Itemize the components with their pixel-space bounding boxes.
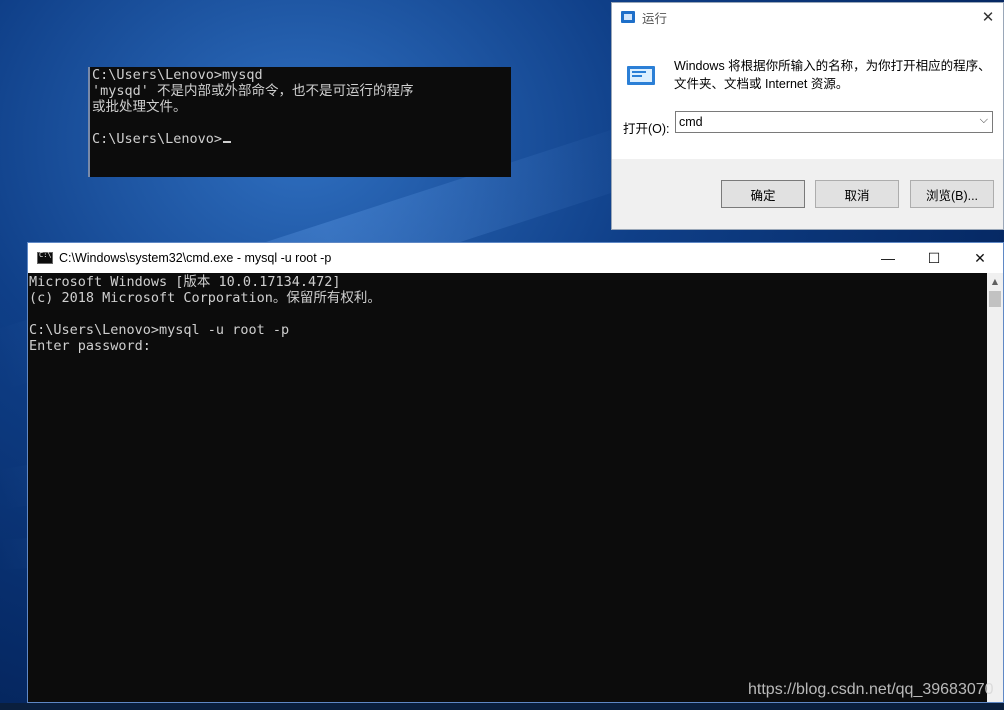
browse-button[interactable]: 浏览(B)... [910, 180, 994, 208]
cancel-button[interactable]: 取消 [815, 180, 899, 208]
background-console: C:\Users\Lenovo>mysqd 'mysqd' 不是内部或外部命令，… [88, 67, 511, 177]
scroll-up-arrow-icon[interactable]: ▲ [987, 273, 1003, 289]
open-label: 打开(O): [623, 122, 670, 136]
run-dialog-title: 运行 [642, 11, 668, 26]
console-line: Enter password: [29, 338, 151, 354]
ok-button[interactable]: 确定 [721, 180, 805, 208]
cmd-console[interactable]: Microsoft Windows [版本 10.0.17134.472] (c… [28, 273, 987, 702]
run-dialog: 运行 ✕ Windows 将根据你所输入的名称，为你打开相应的程序、 文件夹、文… [611, 2, 1004, 230]
chevron-down-icon[interactable]: ⌵ [980, 114, 988, 127]
console-line: 或批处理文件。 [92, 99, 187, 115]
run-description-line: 文件夹、文档或 Internet 资源。 [674, 77, 849, 91]
open-combobox[interactable]: ⌵ [675, 111, 993, 133]
maximize-icon[interactable]: ☐ [911, 243, 957, 273]
run-description: Windows 将根据你所输入的名称，为你打开相应的程序、 文件夹、文档或 In… [674, 57, 994, 93]
console-line: (c) 2018 Microsoft Corporation。保留所有权利。 [29, 290, 381, 306]
run-app-icon [621, 11, 635, 23]
console-line: C:\Users\Lenovo>mysqd [92, 67, 263, 83]
open-input[interactable] [679, 113, 959, 131]
close-icon[interactable]: ✕ [973, 3, 1003, 31]
run-large-icon [627, 66, 655, 85]
cmd-app-icon[interactable] [37, 251, 53, 264]
console-prompt: C:\Users\Lenovo> [92, 131, 223, 147]
run-description-line: Windows 将根据你所输入的名称，为你打开相应的程序、 [674, 59, 991, 73]
run-dialog-footer: 确定 取消 浏览(B)... [612, 159, 1003, 229]
minimize-icon[interactable]: — [865, 243, 911, 273]
taskbar [0, 703, 1004, 710]
run-dialog-titlebar[interactable]: 运行 ✕ [612, 3, 1003, 31]
console-prompt-line: C:\Users\Lenovo> [92, 131, 511, 147]
close-icon[interactable]: ✕ [957, 243, 1003, 273]
cmd-window: C:\Windows\system32\cmd.exe - mysql -u r… [27, 242, 1004, 703]
cmd-window-title: C:\Windows\system32\cmd.exe - mysql -u r… [59, 251, 332, 265]
cmd-titlebar[interactable]: C:\Windows\system32\cmd.exe - mysql -u r… [28, 243, 1003, 273]
console-line: Microsoft Windows [版本 10.0.17134.472] [29, 274, 341, 290]
console-line: 'mysqd' 不是内部或外部命令，也不是可运行的程序 [92, 83, 414, 99]
vertical-scrollbar[interactable]: ▲ [987, 273, 1003, 702]
scrollbar-thumb[interactable] [989, 291, 1001, 307]
console-line: C:\Users\Lenovo>mysql -u root -p [29, 322, 290, 338]
text-cursor [223, 141, 232, 143]
run-dialog-body: Windows 将根据你所输入的名称，为你打开相应的程序、 文件夹、文档或 In… [612, 31, 1003, 159]
watermark: https://blog.csdn.net/qq_39683070 [748, 681, 994, 698]
